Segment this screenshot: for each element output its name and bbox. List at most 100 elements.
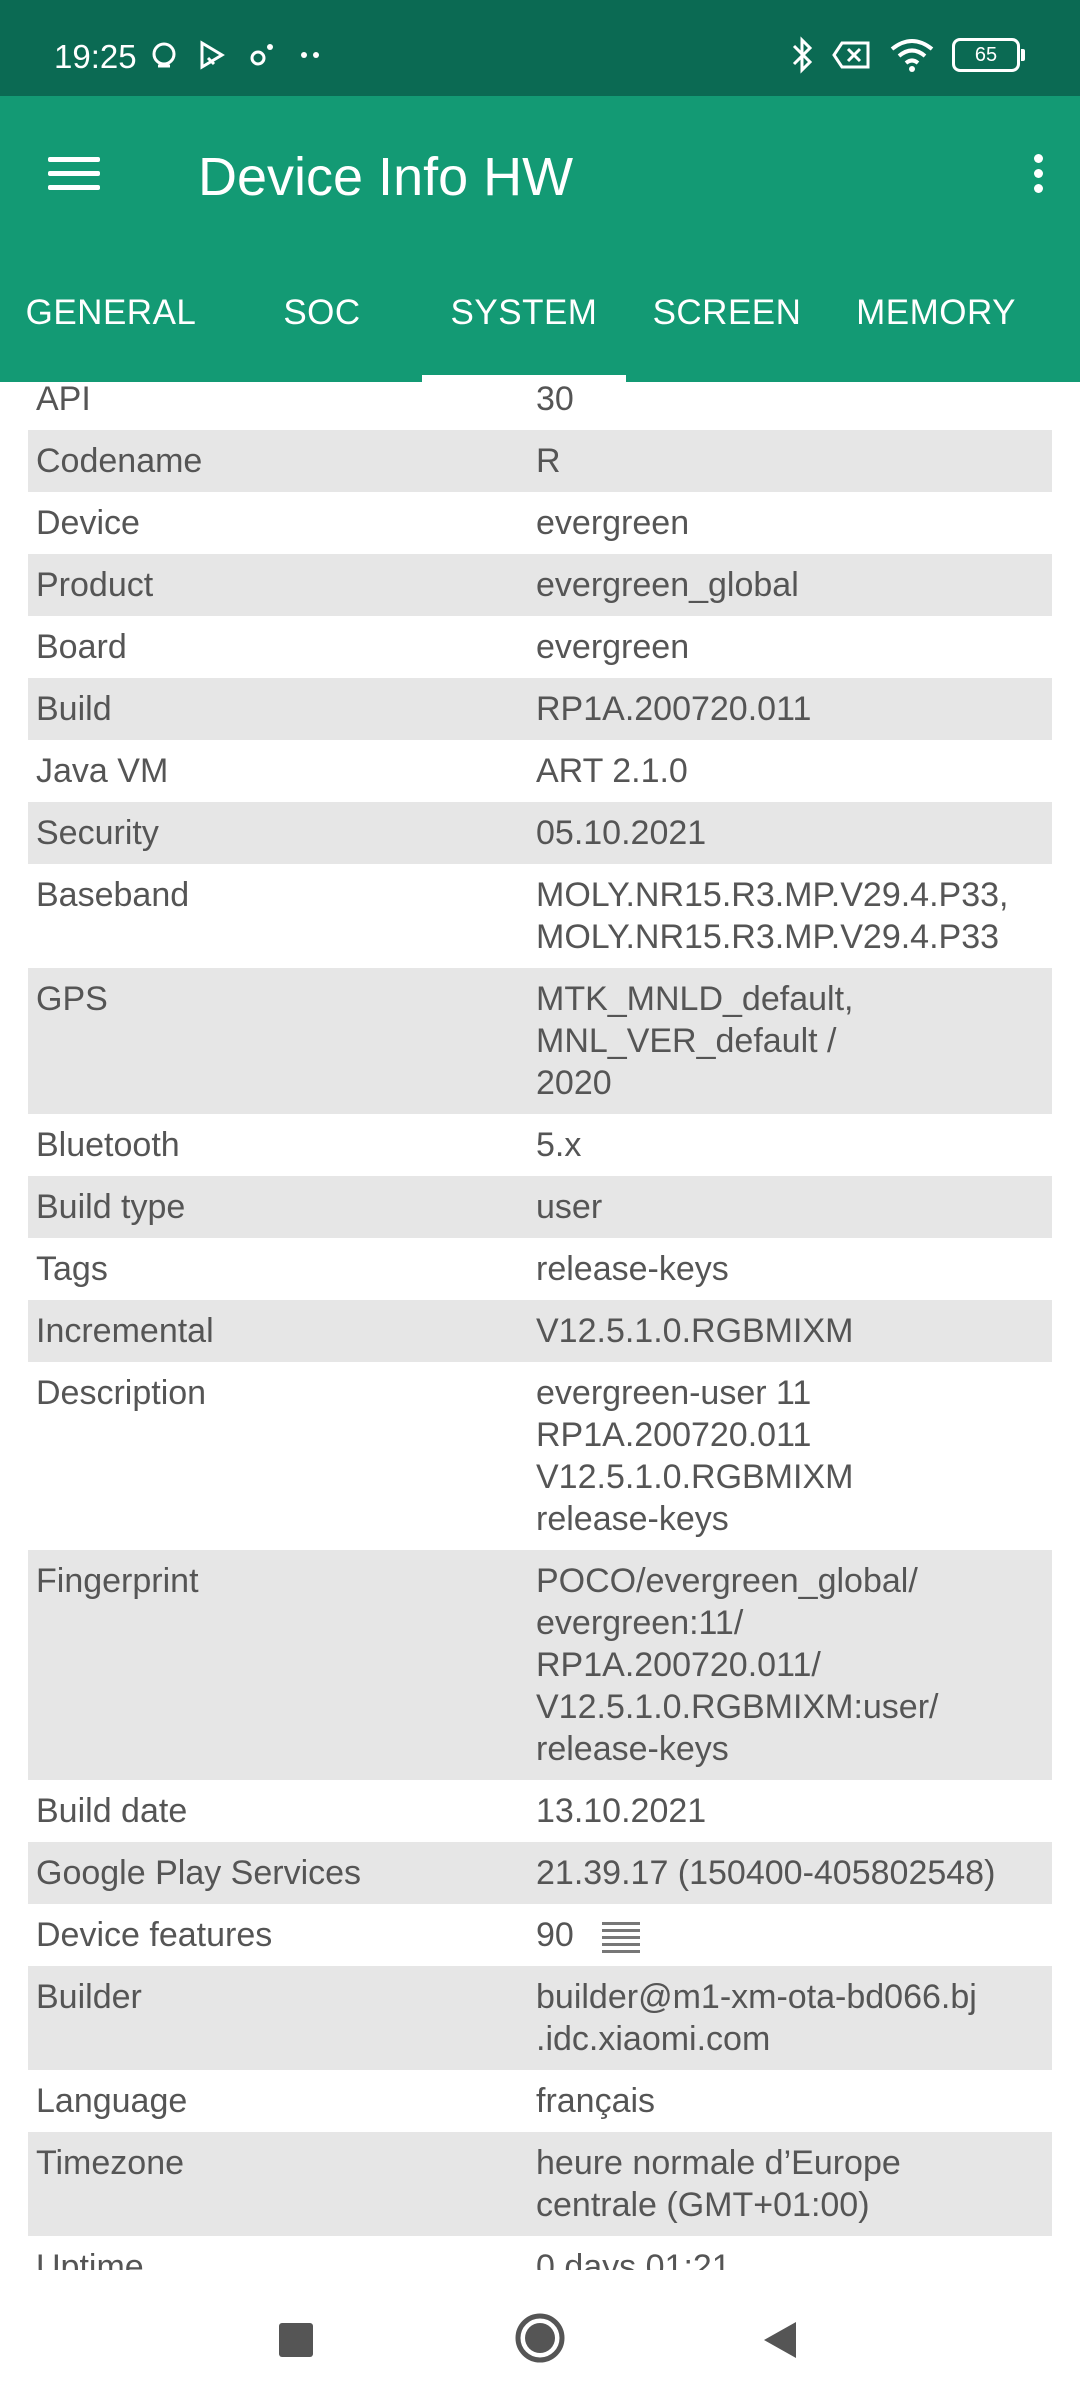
info-row: Uptime 0 days 01:21 xyxy=(28,2236,1052,2270)
tab-label: MEMORY xyxy=(856,293,1016,332)
status-bar: 19:25 65 xyxy=(0,0,1080,96)
alarm-icon xyxy=(152,42,176,68)
info-value-text: 0 days 01:21 xyxy=(536,2248,731,2270)
info-row: Description evergreen-user 11 RP1A.200720… xyxy=(28,1362,1052,1550)
info-label: Baseband xyxy=(36,876,190,914)
info-label: Java VM xyxy=(36,752,169,790)
home-icon[interactable] xyxy=(514,2312,566,2364)
info-value-text: 13.10.2021 xyxy=(536,1792,707,1830)
info-value: français xyxy=(536,2080,1052,2122)
info-label: Builder xyxy=(36,1978,142,2016)
info-value-text: 30 xyxy=(536,382,574,418)
info-value: 13.10.2021 xyxy=(536,1790,1052,1832)
info-value: 0 days 01:21 xyxy=(536,2246,1052,2270)
play-store-icon xyxy=(200,40,225,70)
status-left-icons xyxy=(150,40,324,70)
bluetooth-icon xyxy=(792,36,813,74)
info-label: Device features xyxy=(36,1916,273,1954)
info-row: Codename R xyxy=(28,430,1052,492)
info-value: 90 xyxy=(536,1914,1052,1956)
info-label: Build type xyxy=(36,1188,186,1226)
info-value: user xyxy=(536,1186,1052,1228)
info-label: Google Play Services xyxy=(36,1854,362,1892)
tab-screen[interactable]: SCREEN xyxy=(626,286,828,382)
info-label: Timezone xyxy=(36,2144,185,2182)
info-row: API 30 xyxy=(28,382,1052,430)
battery-icon: 65 xyxy=(952,38,1025,72)
more-options-icon[interactable] xyxy=(1018,148,1058,208)
system-info-list[interactable]: API 30 Codename R Device evergreen Product ever… xyxy=(0,382,1080,2270)
app-title: Device Info HW xyxy=(198,147,574,207)
info-row: Baseband MOLY.NR15.R3.MP.V29.4.P33, MOLY.… xyxy=(28,864,1052,968)
list-icon[interactable] xyxy=(601,1922,640,1954)
info-row: GPS MTK_MNLD_default, MNL_VER_default / 2… xyxy=(28,968,1052,1114)
info-label: Tags xyxy=(36,1250,108,1288)
more-dots-icon xyxy=(301,52,319,58)
info-value-text: evergreen-user 11 RP1A.200720.011 V12.5.… xyxy=(536,1374,854,1538)
info-value: 5.x xyxy=(536,1124,1052,1166)
info-table: API 30 Codename R Device evergreen Product ever… xyxy=(28,382,1052,2270)
info-value-text: release-keys xyxy=(536,1250,729,1288)
info-value-text: 5.x xyxy=(536,1126,582,1164)
info-label: Codename xyxy=(36,442,203,480)
info-value-text: 05.10.2021 xyxy=(536,814,707,852)
info-label: Product xyxy=(36,566,154,604)
info-value-text: MTK_MNLD_default, MNL_VER_default / 2020 xyxy=(536,980,854,1102)
info-label: Security xyxy=(36,814,159,852)
info-row: Product evergreen_global xyxy=(28,554,1052,616)
menu-icon[interactable] xyxy=(44,148,104,200)
tab-soc[interactable]: SOC xyxy=(222,286,422,382)
info-value: R xyxy=(536,440,1052,482)
tab-system[interactable]: SYSTEM xyxy=(422,286,626,382)
battery-level: 65 xyxy=(974,44,998,66)
back-icon[interactable] xyxy=(760,2318,800,2362)
info-value-text: user xyxy=(536,1188,603,1226)
info-label: API xyxy=(36,382,91,418)
info-row: Device features 90 xyxy=(28,1904,1052,1966)
info-label: Fingerprint xyxy=(36,1562,199,1600)
info-label: Build xyxy=(36,690,112,728)
info-value: V12.5.1.0.RGBMIXM xyxy=(536,1310,1052,1352)
tab-bar: GENERAL SOC SYSTEM SCREEN MEMORY xyxy=(0,286,1080,382)
info-row: Google Play Services 21.39.17 (150400-405… xyxy=(28,1842,1052,1904)
info-value: builder@m1-xm-ota-bd066.bj .idc.xiaomi.c… xyxy=(536,1976,1052,2060)
status-right-icons: 65 xyxy=(790,36,1025,74)
info-row: Java VM ART 2.1.0 xyxy=(28,740,1052,802)
info-label: Bluetooth xyxy=(36,1126,180,1164)
info-value-text: ART 2.1.0 xyxy=(536,752,688,790)
tab-general[interactable]: GENERAL xyxy=(0,286,222,382)
info-row: Builder builder@m1-xm-ota-bd066.bj .idc.x… xyxy=(28,1966,1052,2070)
tab-label: SOC xyxy=(283,293,361,332)
tab-memory[interactable]: MEMORY xyxy=(828,286,1044,382)
tab-label: GENERAL xyxy=(25,293,197,332)
info-row: Device evergreen xyxy=(28,492,1052,554)
navigation-bar xyxy=(0,2270,1080,2400)
info-value: ART 2.1.0 xyxy=(536,750,1052,792)
info-value: 30 xyxy=(536,382,1052,420)
info-row: Tags release-keys xyxy=(28,1238,1052,1300)
info-value-text: V12.5.1.0.RGBMIXM xyxy=(536,1312,854,1350)
info-value-text: R xyxy=(536,442,561,480)
wifi-icon xyxy=(890,39,934,72)
info-value: 05.10.2021 xyxy=(536,812,1052,854)
info-row: Build type user xyxy=(28,1176,1052,1238)
info-value: RP1A.200720.011 xyxy=(536,688,1052,730)
info-value: evergreen-user 11 RP1A.200720.011 V12.5.… xyxy=(536,1372,1052,1540)
status-time: 19:25 xyxy=(54,38,137,75)
info-value: MOLY.NR15.R3.MP.V29.4.P33, MOLY.NR15.R3.… xyxy=(536,874,1052,958)
info-row: Bluetooth 5.x xyxy=(28,1114,1052,1176)
recents-icon[interactable] xyxy=(276,2320,316,2360)
info-label: Description xyxy=(36,1374,207,1412)
info-value-text: evergreen xyxy=(536,628,690,666)
info-label: Language xyxy=(36,2082,188,2120)
info-label: Build date xyxy=(36,1792,188,1830)
info-value-text: heure normale d’Europe centrale (GMT+01:… xyxy=(536,2144,901,2224)
info-value: evergreen xyxy=(536,626,1052,668)
info-value: POCO/evergreen_global/ evergreen:11/ RP1… xyxy=(536,1560,1052,1770)
settings-icon xyxy=(250,44,273,66)
info-value: heure normale d’Europe centrale (GMT+01:… xyxy=(536,2142,1052,2226)
info-row: Fingerprint POCO/evergreen_global/ evergr… xyxy=(28,1550,1052,1780)
info-value-text: RP1A.200720.011 xyxy=(536,690,812,728)
info-value-text: français xyxy=(536,2082,656,2120)
info-value: evergreen_global xyxy=(536,564,1052,606)
